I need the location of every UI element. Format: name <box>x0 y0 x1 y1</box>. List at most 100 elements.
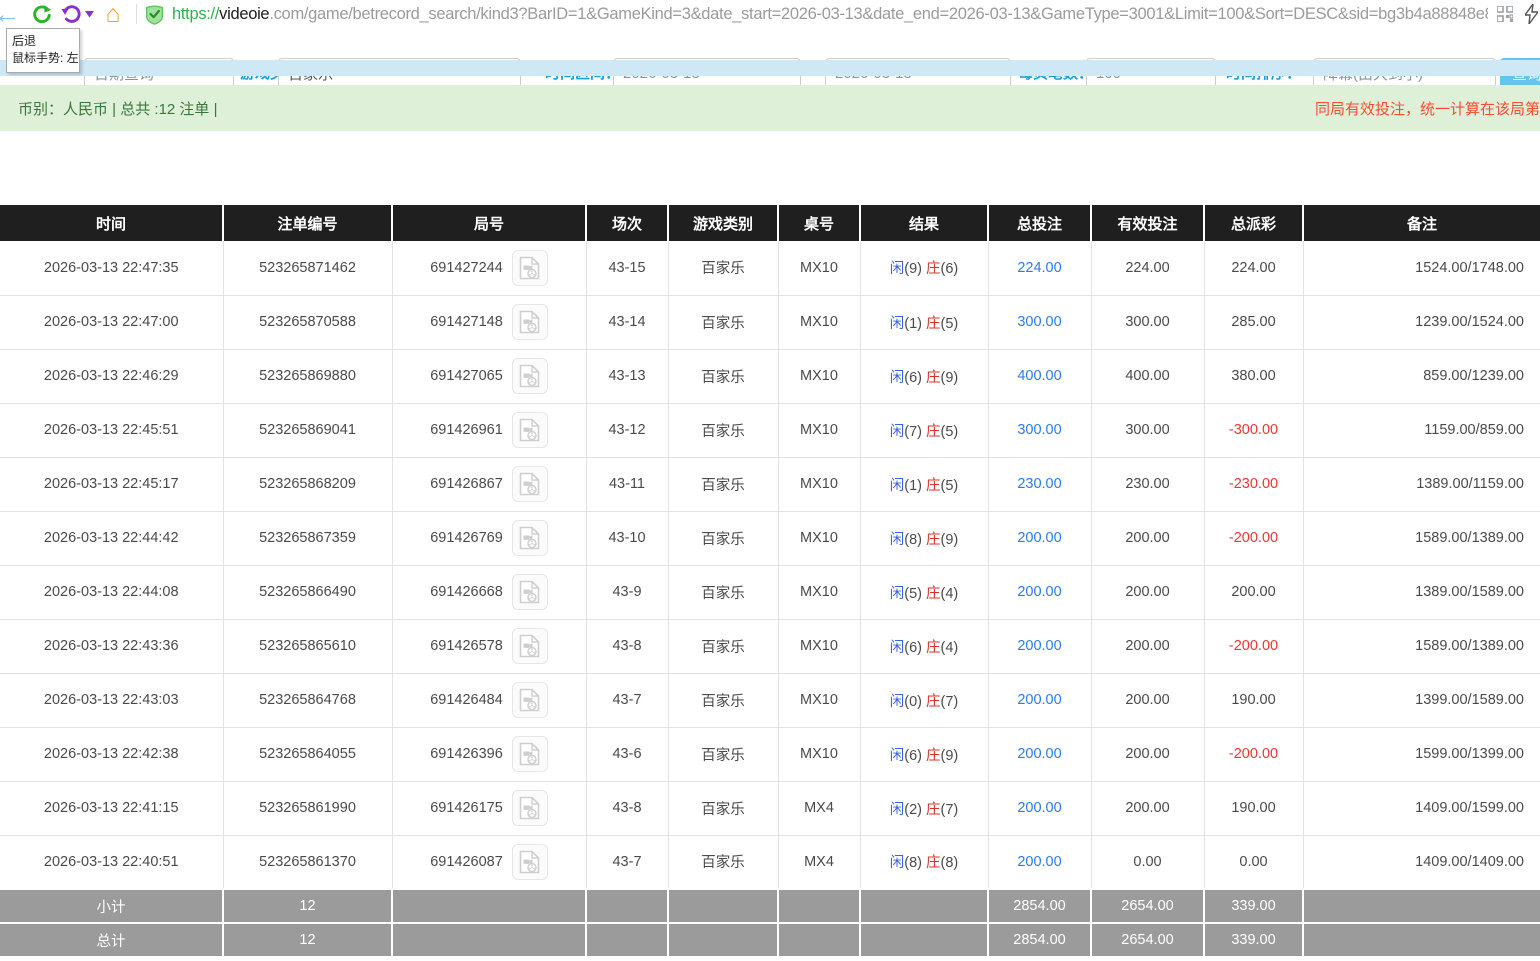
result-cell: 闲(8) 庄(8) <box>860 835 988 889</box>
table-row: 2026-03-13 22:40:51523265861370691426087… <box>0 835 1540 889</box>
video-replay-button[interactable] <box>512 304 548 340</box>
back-icon[interactable]: ← <box>0 0 24 28</box>
player-result-value: (6) <box>904 748 922 764</box>
payout-cell: 0.00 <box>1204 835 1303 889</box>
summary-payout-cell: 339.00 <box>1204 889 1303 923</box>
total-bet-link[interactable]: 200.00 <box>1017 584 1061 600</box>
total-bet-cell: 200.00 <box>988 619 1091 673</box>
banker-result-value: (6) <box>941 261 959 277</box>
address-bar[interactable]: https://videoie.com/game/betrecord_searc… <box>172 0 1488 28</box>
video-replay-button[interactable] <box>512 412 548 448</box>
payout-cell: 285.00 <box>1204 295 1303 349</box>
round-id-cell: 691426484 <box>392 673 586 727</box>
player-result-value: (6) <box>904 640 922 656</box>
mouse-gesture-tooltip: 后退 鼠标手势: 左 <box>6 28 80 73</box>
valid-bet-cell: 200.00 <box>1091 673 1204 727</box>
video-replay-button[interactable] <box>512 574 548 610</box>
session-cell: 43-8 <box>586 781 668 835</box>
player-result-label: 闲 <box>890 855 905 871</box>
round-wrap: 691427244 <box>393 250 586 286</box>
player-result-label: 闲 <box>890 748 905 764</box>
banker-result-label: 庄 <box>926 424 941 440</box>
column-header: 游戏类别 <box>668 205 778 241</box>
video-replay-icon <box>519 418 540 442</box>
table-row: 2026-03-13 22:44:42523265867359691426769… <box>0 511 1540 565</box>
valid-bet-cell: 224.00 <box>1091 241 1204 295</box>
browser-toolbar: ← ⌂ https://videoie.com/game/betrecord_s… <box>0 0 1540 28</box>
total-bet-link[interactable]: 200.00 <box>1017 692 1061 708</box>
round-wrap: 691426175 <box>393 790 586 826</box>
video-replay-icon <box>519 580 540 604</box>
video-replay-icon <box>519 364 540 388</box>
game-type-cell: 百家乐 <box>668 727 778 781</box>
video-replay-button[interactable] <box>512 466 548 502</box>
player-result-label: 闲 <box>890 640 905 656</box>
bet-id-cell: 523265869041 <box>223 403 392 457</box>
payout-cell: -230.00 <box>1204 457 1303 511</box>
total-bet-link[interactable]: 300.00 <box>1017 314 1061 330</box>
banker-result-value: (8) <box>941 855 959 871</box>
url-path: .com/game/betrecord_search/kind3?BarID=1… <box>269 5 1488 23</box>
video-replay-button[interactable] <box>512 628 548 664</box>
summary-count-cell: 12 <box>223 923 392 957</box>
video-replay-icon <box>519 472 540 496</box>
total-bet-link[interactable]: 200.00 <box>1017 854 1061 870</box>
total-bet-link[interactable]: 200.00 <box>1017 638 1061 654</box>
banker-result-label: 庄 <box>926 640 941 656</box>
video-replay-button[interactable] <box>512 250 548 286</box>
banker-result-value: (9) <box>941 748 959 764</box>
video-replay-button[interactable] <box>512 682 548 718</box>
remark-cell: 1389.00/1589.00 <box>1303 565 1540 619</box>
undo-icon[interactable] <box>58 0 84 28</box>
session-cell: 43-9 <box>586 565 668 619</box>
round-wrap: 691426396 <box>393 736 586 772</box>
security-shield-icon[interactable] <box>142 0 166 28</box>
qr-code-icon[interactable] <box>1494 0 1516 28</box>
total-bet-link[interactable]: 200.00 <box>1017 746 1061 762</box>
bet-id-cell: 523265866490 <box>223 565 392 619</box>
round-id: 691427244 <box>430 260 503 276</box>
valid-bet-cell: 0.00 <box>1091 835 1204 889</box>
total-bet-link[interactable]: 200.00 <box>1017 800 1061 816</box>
total-bet-link[interactable]: 224.00 <box>1017 260 1061 276</box>
summary-count-cell: 12 <box>223 889 392 923</box>
game-type-cell: 百家乐 <box>668 241 778 295</box>
time-cell: 2026-03-13 22:44:08 <box>0 565 223 619</box>
bet-id-cell: 523265864768 <box>223 673 392 727</box>
video-replay-button[interactable] <box>512 844 548 880</box>
lightning-bolt-icon[interactable] <box>1522 0 1540 28</box>
player-result-label: 闲 <box>890 424 905 440</box>
video-replay-button[interactable] <box>512 520 548 556</box>
video-replay-button[interactable] <box>512 358 548 394</box>
time-cell: 2026-03-13 22:41:15 <box>0 781 223 835</box>
empty-cell <box>668 889 778 923</box>
round-wrap: 691426867 <box>393 466 586 502</box>
total-bet-link[interactable]: 200.00 <box>1017 530 1061 546</box>
video-replay-button[interactable] <box>512 790 548 826</box>
video-replay-button[interactable] <box>512 736 548 772</box>
url-domain: videoie <box>219 5 269 23</box>
refresh-icon[interactable] <box>28 0 54 28</box>
total-bet-cell: 400.00 <box>988 349 1091 403</box>
total-bet-link[interactable]: 300.00 <box>1017 422 1061 438</box>
game-type-cell: 百家乐 <box>668 511 778 565</box>
session-cell: 43-10 <box>586 511 668 565</box>
round-id: 691426484 <box>430 692 503 708</box>
table-number-cell: MX4 <box>778 835 860 889</box>
total-bet-cell: 200.00 <box>988 727 1091 781</box>
banker-result-label: 庄 <box>926 478 941 494</box>
round-wrap: 691426769 <box>393 520 586 556</box>
total-bet-link[interactable]: 400.00 <box>1017 368 1061 384</box>
round-id-cell: 691426175 <box>392 781 586 835</box>
home-icon[interactable]: ⌂ <box>100 0 126 28</box>
valid-bet-cell: 200.00 <box>1091 565 1204 619</box>
total-bet-link[interactable]: 230.00 <box>1017 476 1061 492</box>
result-cell: 闲(6) 庄(9) <box>860 349 988 403</box>
undo-menu-caret-icon[interactable] <box>84 0 94 28</box>
time-cell: 2026-03-13 22:42:38 <box>0 727 223 781</box>
table-number-cell: MX10 <box>778 457 860 511</box>
payout-cell: -300.00 <box>1204 403 1303 457</box>
table-number-cell: MX4 <box>778 781 860 835</box>
column-header: 桌号 <box>778 205 860 241</box>
round-wrap: 691427065 <box>393 358 586 394</box>
